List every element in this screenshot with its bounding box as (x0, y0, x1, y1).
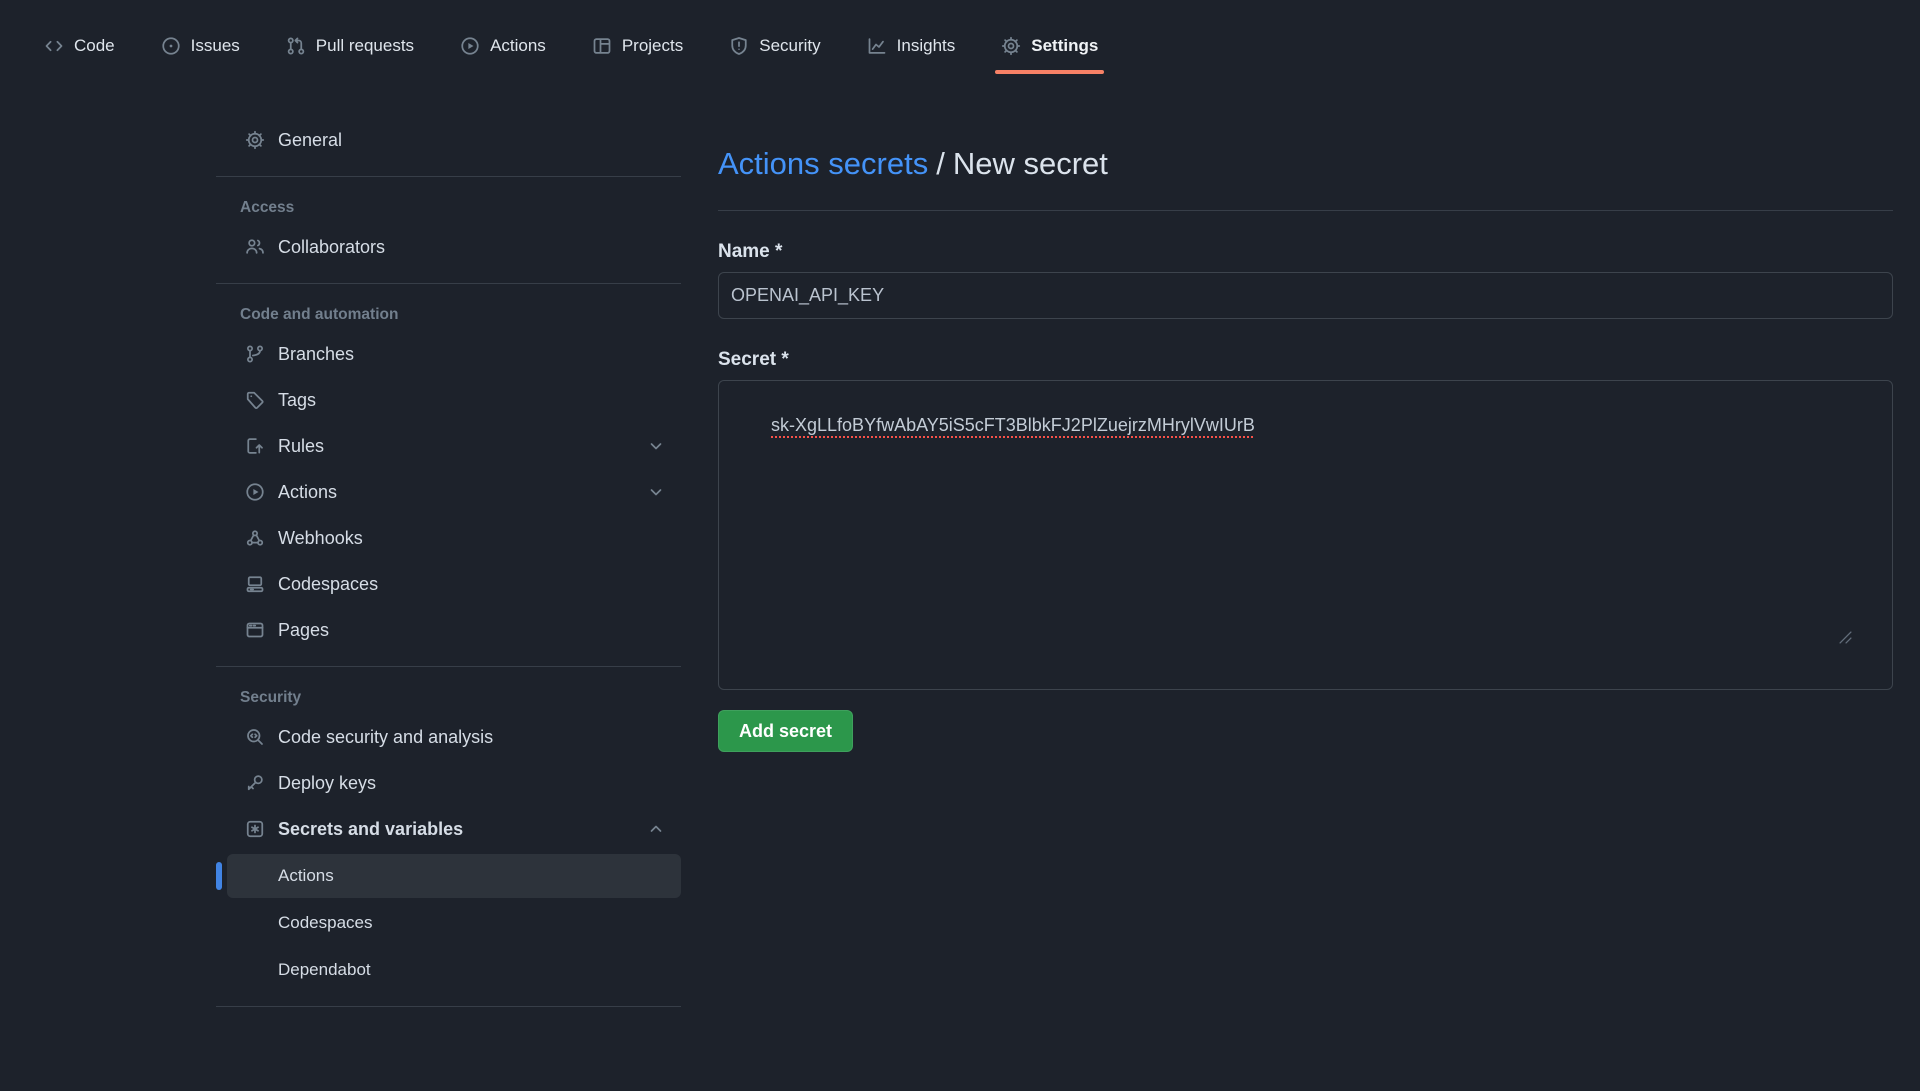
gear-icon (245, 130, 265, 150)
chevron-down-icon[interactable] (647, 483, 665, 501)
name-field-label: Name * (718, 241, 1893, 263)
browser-icon (245, 620, 265, 640)
sidebar-item-label: Pages (278, 620, 329, 641)
breadcrumb-separator: / (936, 146, 945, 181)
play-icon (460, 36, 480, 56)
resize-handle-icon[interactable] (1839, 589, 1889, 686)
rules-icon (245, 436, 265, 456)
shield-icon (729, 36, 749, 56)
new-secret-panel: Actions secrets/New secret Name * Secret… (718, 116, 1893, 1021)
sidebar-item-label: Tags (278, 390, 316, 411)
people-icon (245, 237, 265, 257)
sidebar-item-code-security-and-analysis[interactable]: Code security and analysis (227, 715, 681, 759)
secret-value-textarea[interactable]: sk-XgLLfoBYfwAbAY5iS5cFT3BlbkFJ2PlZuejrz… (718, 380, 1893, 690)
repo-tab-nav: Code Issues Pull requests Actions Projec… (0, 0, 1920, 78)
sidebar-section-security: Security (240, 687, 681, 709)
repo-settings-page: Code Issues Pull requests Actions Projec… (0, 0, 1920, 1091)
tab-label: Actions (490, 36, 546, 56)
tab-code[interactable]: Code (32, 30, 127, 62)
page-title: Actions secrets/New secret (718, 144, 1893, 184)
sidebar-item-webhooks[interactable]: Webhooks (227, 516, 681, 560)
codespaces-icon (245, 574, 265, 594)
sidebar-item-label: Deploy keys (278, 773, 376, 794)
tab-settings[interactable]: Settings (989, 30, 1110, 62)
sidebar-item-label: Actions (278, 482, 337, 503)
tab-security[interactable]: Security (717, 30, 832, 62)
secret-value-text: sk-XgLLfoBYfwAbAY5iS5cFT3BlbkFJ2PlZuejrz… (771, 415, 1255, 435)
play-icon (245, 482, 265, 502)
divider (216, 666, 681, 667)
key-icon (245, 773, 265, 793)
divider (216, 1006, 681, 1007)
sidebar-item-branches[interactable]: Branches (227, 332, 681, 376)
actions-secrets-breadcrumb-link[interactable]: Actions secrets (718, 146, 928, 181)
tab-label: Security (759, 36, 820, 56)
graph-icon (867, 36, 887, 56)
tab-label: Projects (622, 36, 683, 56)
sidebar-item-codespaces[interactable]: Codespaces (227, 562, 681, 606)
sidebar-item-label: Branches (278, 344, 354, 365)
gear-icon (1001, 36, 1021, 56)
sidebar-item-label: Code security and analysis (278, 727, 493, 748)
code-icon (44, 36, 64, 56)
issue-opened-icon (161, 36, 181, 56)
sidebar-item-label: General (278, 130, 342, 151)
tab-actions[interactable]: Actions (448, 30, 558, 62)
tab-label: Settings (1031, 36, 1098, 56)
webhook-icon (245, 528, 265, 548)
sidebar-item-pages[interactable]: Pages (227, 608, 681, 652)
git-branch-icon (245, 344, 265, 364)
sidebar-subitem-dependabot[interactable]: Dependabot (227, 948, 681, 992)
codescan-icon (245, 727, 265, 747)
secret-field-label: Secret * (718, 349, 1893, 371)
tab-pull-requests[interactable]: Pull requests (274, 30, 426, 62)
tab-label: Issues (191, 36, 240, 56)
project-table-icon (592, 36, 612, 56)
secret-name-input[interactable] (718, 272, 1893, 319)
tab-issues[interactable]: Issues (149, 30, 252, 62)
tab-label: Pull requests (316, 36, 414, 56)
asterisk-box-icon (245, 819, 265, 839)
tab-label: Insights (897, 36, 956, 56)
sidebar-item-label: Collaborators (278, 237, 385, 258)
sidebar-item-label: Webhooks (278, 528, 363, 549)
tab-projects[interactable]: Projects (580, 30, 695, 62)
sidebar-item-actions[interactable]: Actions (227, 470, 681, 514)
tag-icon (245, 390, 265, 410)
sidebar-item-secrets-and-variables[interactable]: Secrets and variables (227, 807, 681, 851)
sidebar-item-label: Secrets and variables (278, 819, 463, 840)
sidebar-item-label: Rules (278, 436, 324, 457)
divider (718, 210, 1893, 211)
divider (216, 283, 681, 284)
tab-insights[interactable]: Insights (855, 30, 968, 62)
breadcrumb-current: New secret (953, 146, 1108, 181)
sidebar-item-deploy-keys[interactable]: Deploy keys (227, 761, 681, 805)
settings-content: General Access Collaborators Code and au… (0, 116, 1920, 1021)
sidebar-item-label: Codespaces (278, 913, 373, 933)
chevron-down-icon[interactable] (647, 437, 665, 455)
sidebar-item-label: Codespaces (278, 574, 378, 595)
sidebar-item-tags[interactable]: Tags (227, 378, 681, 422)
sidebar-section-access: Access (240, 197, 681, 219)
sidebar-item-rules[interactable]: Rules (227, 424, 681, 468)
tab-label: Code (74, 36, 115, 56)
sidebar-section-code-and-automation: Code and automation (240, 304, 681, 326)
settings-sidebar: General Access Collaborators Code and au… (216, 116, 681, 1021)
sidebar-item-label: Actions (278, 866, 334, 886)
sidebar-item-general[interactable]: General (227, 118, 681, 162)
chevron-up-icon[interactable] (647, 820, 665, 838)
divider (216, 176, 681, 177)
sidebar-item-label: Dependabot (278, 960, 371, 980)
sidebar-subitem-codespaces[interactable]: Codespaces (227, 901, 681, 945)
add-secret-button[interactable]: Add secret (718, 710, 853, 752)
git-pull-request-icon (286, 36, 306, 56)
sidebar-item-collaborators[interactable]: Collaborators (227, 225, 681, 269)
sidebar-subitem-actions[interactable]: Actions (227, 854, 681, 898)
